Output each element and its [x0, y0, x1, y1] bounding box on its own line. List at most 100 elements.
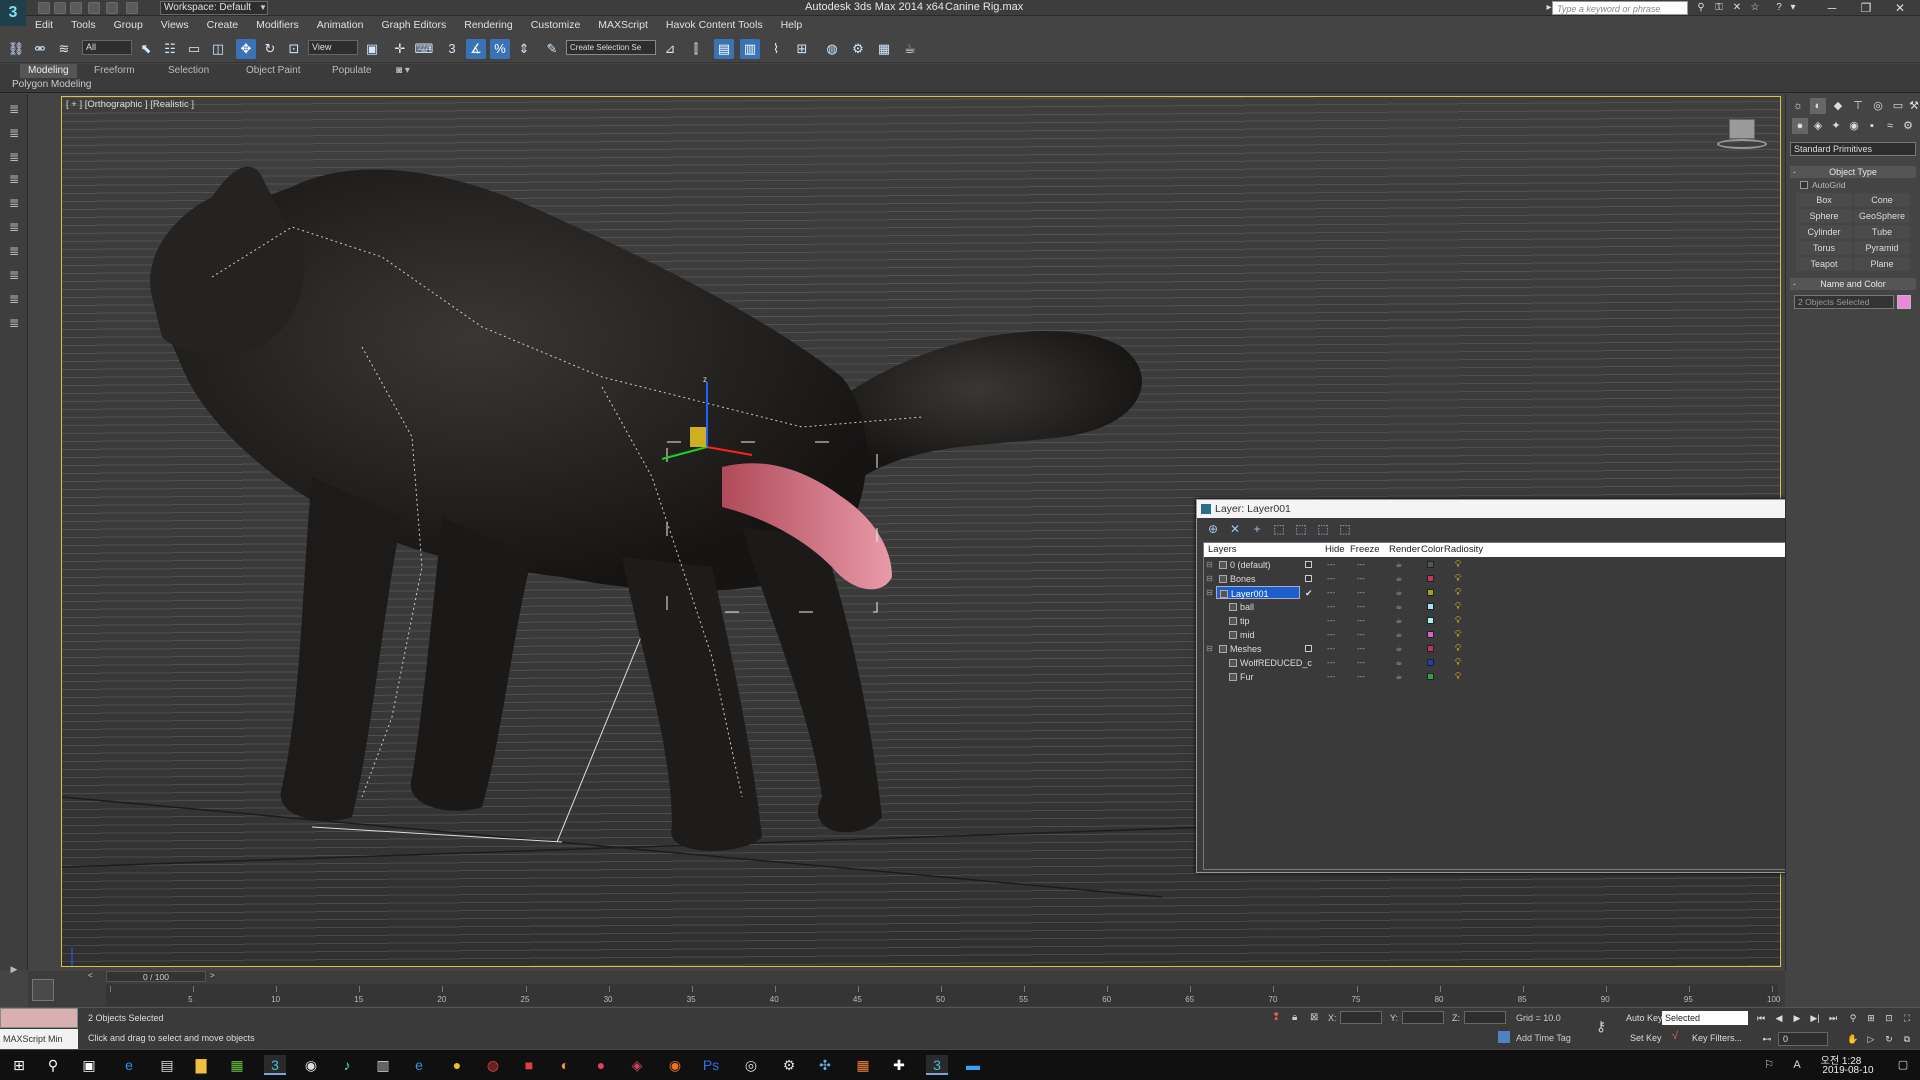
column-color[interactable]: Color	[1421, 543, 1444, 557]
object-color-swatch[interactable]	[1897, 295, 1911, 309]
layer-tool-icon[interactable]: ≣	[4, 148, 24, 166]
scale-icon[interactable]: ⊡	[284, 39, 304, 59]
object-name-field[interactable]: 2 Objects Selected	[1794, 295, 1894, 309]
menu-item-havok-content-tools[interactable]: Havok Content Tools	[657, 17, 772, 34]
maxscript-listener-field[interactable]	[0, 1008, 78, 1028]
plane-button[interactable]: Plane	[1854, 257, 1910, 271]
freeze-toggle[interactable]: ---	[1355, 600, 1367, 614]
hide-toggle[interactable]: ---	[1325, 572, 1337, 586]
keyboard-shortcut-icon[interactable]: ⌨	[414, 39, 434, 59]
ribbon-panel-label[interactable]: Polygon Modeling	[12, 79, 92, 90]
tab-selection[interactable]: Selection	[160, 64, 217, 78]
open-icon[interactable]	[54, 2, 66, 14]
chrome-icon[interactable]: ◍	[482, 1055, 504, 1075]
geosphere-button[interactable]: GeoSphere	[1854, 209, 1910, 223]
box-button[interactable]: Box	[1796, 193, 1852, 207]
layer-tool-icon[interactable]: ≣	[4, 218, 24, 236]
play-icon[interactable]: ▶	[1790, 1011, 1804, 1025]
radiosity-bulb-icon[interactable]: 💡︎	[1452, 559, 1464, 571]
display-tab-icon[interactable]: ▭	[1890, 98, 1906, 114]
selection-filter-dropdown[interactable]: All	[82, 40, 132, 55]
add-time-tag[interactable]: Add Time Tag	[1516, 1033, 1571, 1043]
current-layer-checkbox[interactable]	[1305, 575, 1312, 582]
select-manipulate-icon[interactable]: ✛	[390, 39, 410, 59]
hide-toggle[interactable]: ---	[1325, 670, 1337, 684]
maxscript-mini-listener[interactable]: MAXScript Min	[0, 1029, 78, 1049]
firefox-icon[interactable]: ◉	[664, 1055, 686, 1075]
systems-icon[interactable]: ⚙	[1900, 118, 1916, 134]
menu-item-modifiers[interactable]: Modifiers	[247, 17, 308, 34]
layer-name[interactable]: mid	[1226, 628, 1310, 641]
kakao-icon[interactable]: ●	[446, 1055, 468, 1075]
x-coordinate-field[interactable]	[1340, 1011, 1382, 1024]
layer-color-swatch[interactable]	[1427, 617, 1434, 624]
freeze-toggle[interactable]: ---	[1355, 642, 1367, 656]
bind-spacewarp-icon[interactable]: ≋	[54, 39, 74, 59]
app-icon[interactable]: ◎	[740, 1055, 762, 1075]
named-selection-set-dropdown[interactable]: Create Selection Se	[566, 40, 656, 55]
ribbon-options-icon[interactable]: ◙ ▾	[388, 64, 418, 78]
menu-item-rendering[interactable]: Rendering	[455, 17, 521, 34]
menu-item-tools[interactable]: Tools	[62, 17, 105, 34]
autogrid-checkbox[interactable]	[1800, 181, 1808, 189]
new-icon[interactable]	[38, 2, 50, 14]
3dsmax-alt-icon[interactable]: 3	[926, 1055, 948, 1075]
zoom-all-icon[interactable]: ⊞	[1864, 1011, 1878, 1025]
key-mode-icon[interactable]: ⊷	[1760, 1032, 1774, 1046]
ie-icon[interactable]: e	[408, 1055, 430, 1075]
file-explorer-icon[interactable]: ▇	[190, 1055, 212, 1075]
auto-key-button[interactable]: Auto Key	[1626, 1013, 1663, 1023]
pyramid-button[interactable]: Pyramid	[1854, 241, 1910, 255]
mirror-icon[interactable]: ⊿	[660, 39, 680, 59]
mini-curve-editor-icon[interactable]	[32, 979, 54, 1001]
layer-tool-icon[interactable]: ≣	[4, 242, 24, 260]
current-layer-checkbox[interactable]	[1305, 561, 1312, 568]
select-by-name-icon[interactable]: ☷	[160, 39, 180, 59]
layer-explorer-icon[interactable]: ▤	[714, 39, 734, 59]
layer-name[interactable]: Bones	[1216, 572, 1300, 585]
cameras-icon[interactable]: ◉	[1846, 118, 1862, 134]
angle-snap-icon[interactable]: ∡	[466, 39, 486, 59]
utilities-tab-icon[interactable]: ⚒	[1906, 98, 1920, 114]
layer-name[interactable]: tip	[1226, 614, 1310, 627]
radiosity-bulb-icon[interactable]: 💡︎	[1452, 573, 1464, 585]
radiosity-bulb-icon[interactable]: 💡︎	[1452, 671, 1464, 683]
render-teapot-icon[interactable]: ☕	[1393, 628, 1405, 642]
radiosity-bulb-icon[interactable]: 💡︎	[1452, 629, 1464, 641]
steam-icon[interactable]: ◉	[300, 1055, 322, 1075]
viewcube[interactable]	[1717, 117, 1767, 153]
key-icon[interactable]: ⚿	[1712, 1, 1726, 15]
hide-toggle[interactable]: ---	[1325, 586, 1337, 600]
layer-name[interactable]: Meshes	[1216, 642, 1300, 655]
key-filters-button[interactable]: Key Filters...	[1692, 1033, 1742, 1043]
highlight-layer-icon[interactable]: ⬚	[1293, 522, 1309, 536]
layer-color-swatch[interactable]	[1427, 603, 1434, 610]
hide-toggle[interactable]: ---	[1325, 600, 1337, 614]
go-to-end-icon[interactable]: ⏭	[1826, 1011, 1840, 1025]
render-teapot-icon[interactable]: ☕	[1393, 614, 1405, 628]
layer-row[interactable]: tip --- --- ☕ 💡︎	[1204, 614, 1481, 628]
redo-icon[interactable]	[106, 2, 118, 14]
notification-icon[interactable]: ▢	[1892, 1055, 1914, 1075]
go-to-start-icon[interactable]: ⏮	[1754, 1011, 1768, 1025]
app-icon[interactable]: ●	[590, 1055, 612, 1075]
rendered-frame-icon[interactable]: ▦	[874, 39, 894, 59]
cone-button[interactable]: Cone	[1854, 193, 1910, 207]
app-icon[interactable]: ▬	[962, 1055, 984, 1075]
motion-tab-icon[interactable]: ◎	[1870, 98, 1886, 114]
object-category-dropdown[interactable]: Standard Primitives	[1790, 142, 1916, 156]
layer-tool-icon[interactable]: ≣	[4, 194, 24, 212]
clock-date[interactable]: 2019-08-10	[1816, 1065, 1880, 1076]
column-radiosity[interactable]: Radiosity	[1444, 543, 1483, 557]
layer-row[interactable]: ⊟ Bones --- --- ☕ 💡︎	[1204, 572, 1481, 586]
y-coordinate-field[interactable]	[1402, 1011, 1444, 1024]
help-icon[interactable]: ?	[1772, 1, 1786, 15]
zoom-icon[interactable]: ⚲	[1846, 1011, 1860, 1025]
track-bar[interactable]: 5 10 15 20 25 30 35 40 45 50 55 60 65 70 75 80 85 90 95 100	[106, 984, 1780, 1006]
close-button[interactable]: ✕	[1880, 0, 1920, 16]
freeze-toggle[interactable]: ---	[1355, 628, 1367, 642]
cylinder-button[interactable]: Cylinder	[1796, 225, 1852, 239]
curve-editor-icon[interactable]: ⌇	[766, 39, 786, 59]
terminal-icon[interactable]: ▤	[156, 1055, 178, 1075]
menu-item-customize[interactable]: Customize	[522, 17, 590, 34]
